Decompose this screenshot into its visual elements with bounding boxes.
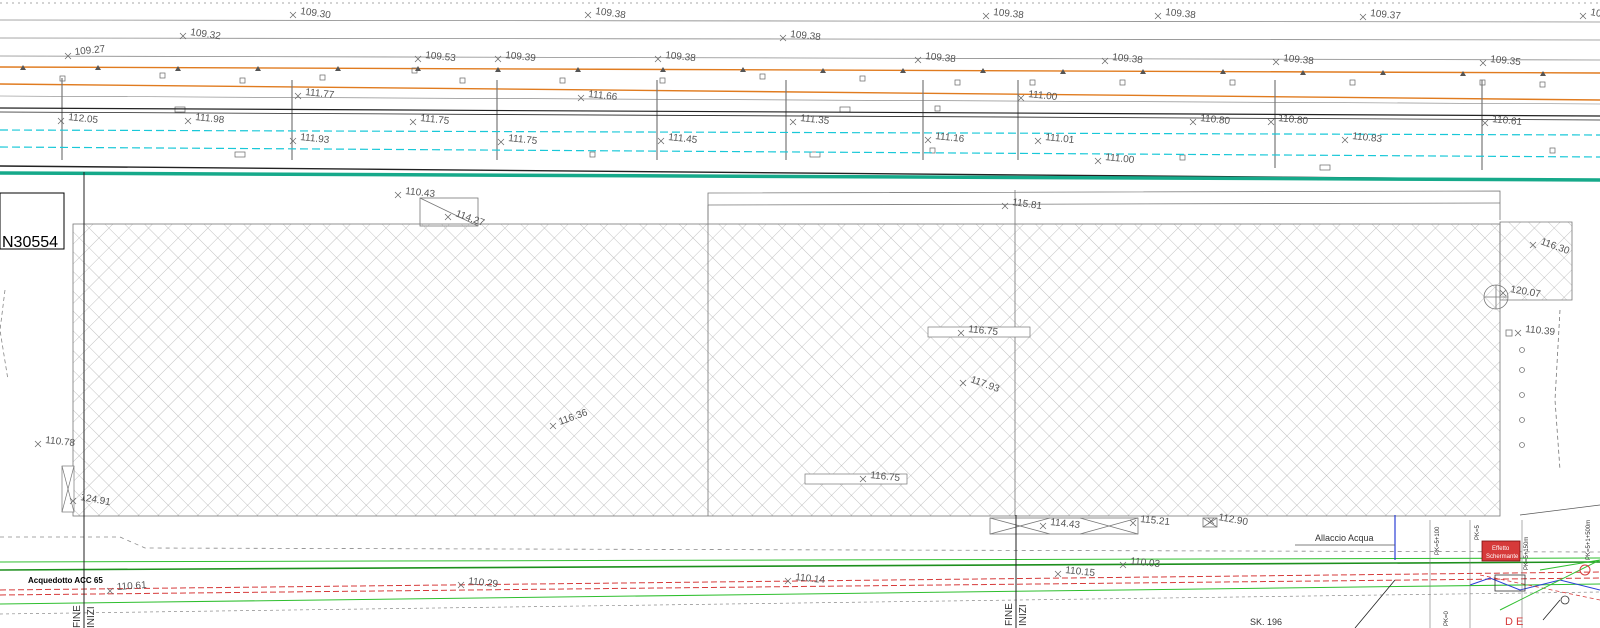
site-plan-drawing: 109.30 109.38 109.38 109.38 109.37109.32 109.… (0, 0, 1600, 628)
elevation-value: 110.61 (116, 580, 147, 593)
pk-label-3: PK=5+150m (1524, 537, 1530, 570)
site-code-label: N30554 (2, 234, 58, 251)
sk-label: SK. 196 (1250, 617, 1282, 627)
fine-label-left: FINE (72, 605, 83, 628)
pk-label-5: PK=0 (1444, 610, 1450, 626)
pk-label-2: PK=5 (1475, 524, 1481, 540)
inizio-label-left: INIZI (86, 606, 97, 628)
hatched-building (61, 190, 1573, 517)
pk-label-1: PK=5+100 (1435, 526, 1441, 555)
pk-label-4: PK=5+1+500m (1586, 520, 1592, 560)
allaccio-acqua-label: Allaccio Acqua (1315, 533, 1374, 543)
acquedotto-label: Acquedotto ACC 65 (28, 576, 103, 585)
fine-label-middle: FINE (1004, 603, 1015, 626)
inizio-label-middle: INIZI (1018, 604, 1029, 626)
effetto-label-2: Schermante (1486, 554, 1519, 560)
effetto-label-1: Effetto (1492, 546, 1510, 552)
red-letters-label: D E (1505, 616, 1523, 628)
